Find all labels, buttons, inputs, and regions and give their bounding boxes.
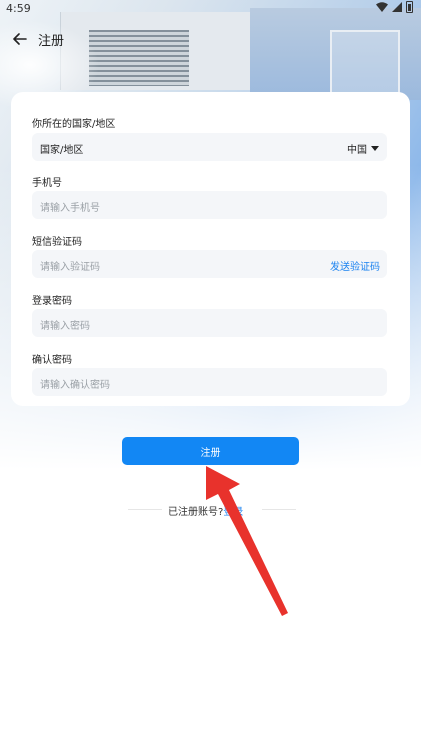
page-title: 注册: [38, 33, 65, 49]
region-field-text: 国家/地区: [40, 145, 84, 156]
status-time: 4:59: [6, 2, 31, 15]
password-label: 登录密码: [32, 296, 72, 307]
region-selected-value: 中国: [347, 145, 367, 156]
confirm-password-label: 确认密码: [32, 355, 72, 366]
title-bar: 注册: [0, 25, 200, 53]
back-arrow-icon: [13, 33, 27, 45]
password-placeholder: 请输入密码: [40, 321, 90, 332]
wifi-icon: [376, 2, 388, 12]
divider: [262, 509, 296, 510]
divider: [128, 509, 162, 510]
phone-placeholder: 请输入手机号: [40, 203, 100, 214]
signal-icon: [392, 2, 402, 12]
phone-label: 手机号: [32, 178, 62, 189]
region-selector[interactable]: 国家/地区 中国: [32, 133, 387, 161]
caret-down-icon: [371, 146, 379, 151]
confirm-password-placeholder: 请输入确认密码: [40, 380, 110, 391]
login-link[interactable]: 登录: [223, 507, 243, 518]
sms-code-input[interactable]: 请输入验证码 发送验证码: [32, 250, 387, 278]
building-image: [250, 8, 421, 100]
battery-icon: [406, 1, 413, 13]
send-code-button[interactable]: 发送验证码: [330, 258, 380, 273]
region-label: 你所在的国家/地区: [32, 119, 116, 130]
login-prompt-text: 已注册账号?: [168, 507, 224, 518]
region-dropdown[interactable]: 中国: [347, 141, 379, 156]
sms-code-label: 短信验证码: [32, 237, 82, 248]
phone-input[interactable]: 请输入手机号: [32, 191, 387, 219]
confirm-password-input[interactable]: 请输入确认密码: [32, 368, 387, 396]
register-button[interactable]: 注册: [122, 437, 299, 465]
login-prompt: 已注册账号?登录: [128, 501, 296, 518]
back-button[interactable]: [8, 27, 32, 51]
status-bar: 4:59: [0, 0, 421, 17]
register-form-card: 你所在的国家/地区 国家/地区 中国 手机号 请输入手机号 短信验证码 请输入验…: [11, 92, 410, 406]
sms-code-placeholder: 请输入验证码: [40, 262, 100, 273]
password-input[interactable]: 请输入密码: [32, 309, 387, 337]
